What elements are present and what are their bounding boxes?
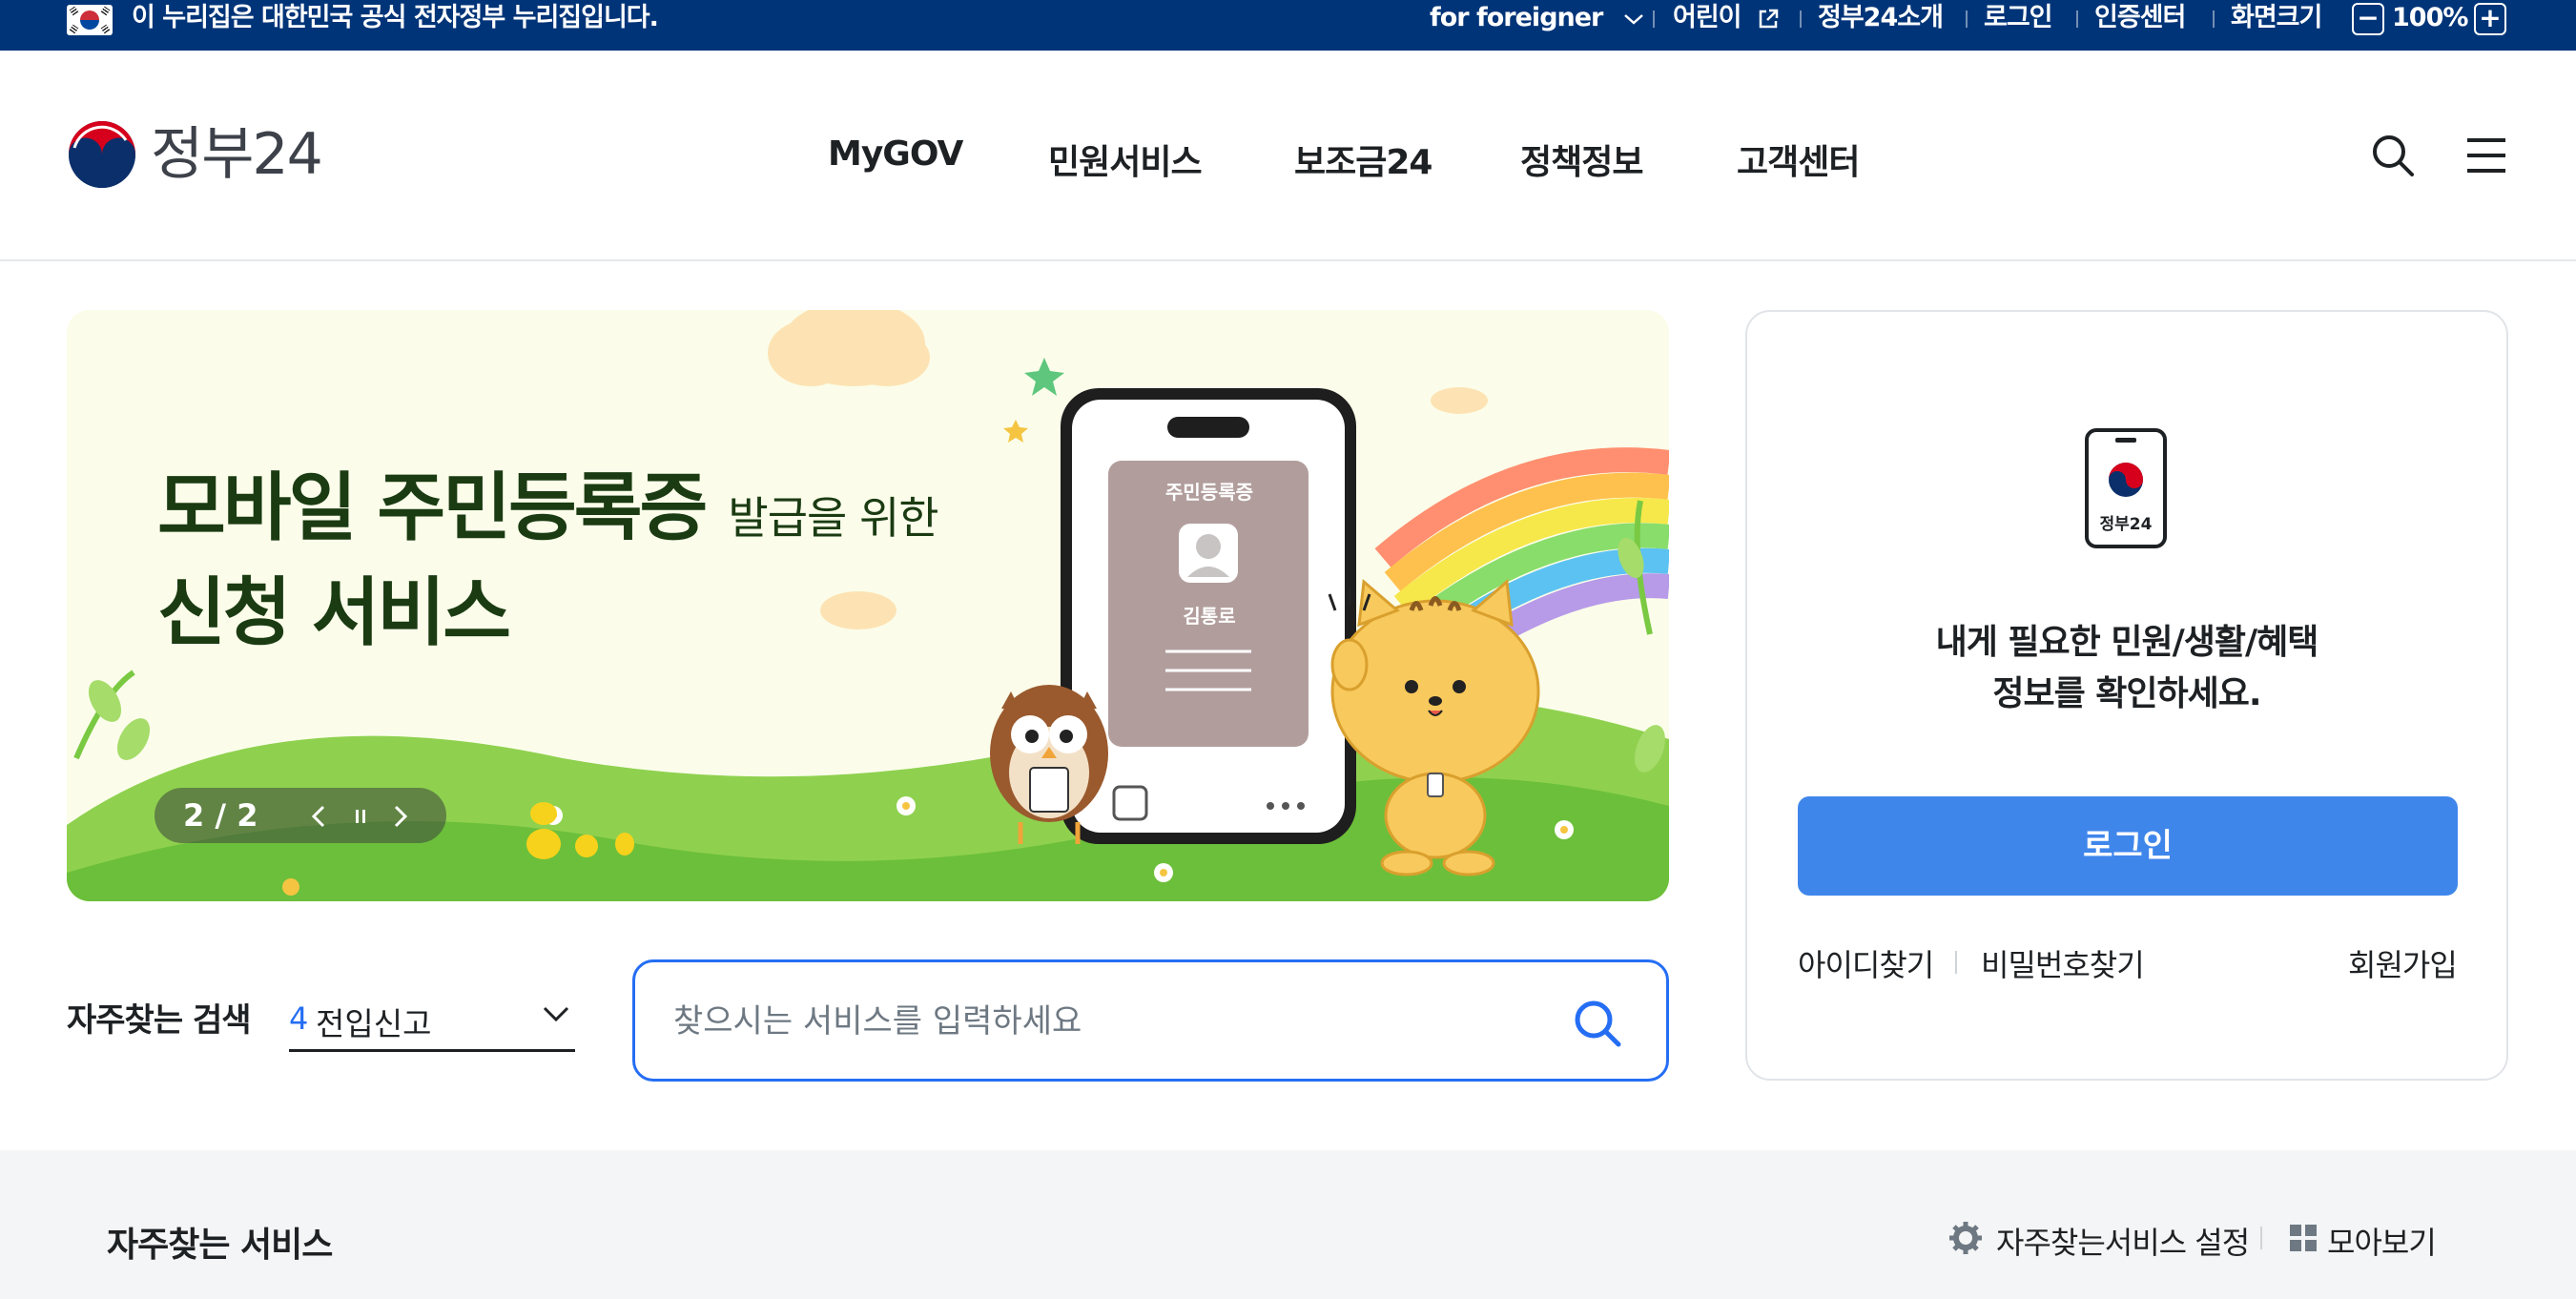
- id-card-title: 주민등록증: [1165, 481, 1253, 504]
- frequent-search-select[interactable]: 4 전입신고: [289, 987, 575, 1052]
- hero-title-line1: 모바일 주민등록증 발급을 위한: [157, 461, 939, 566]
- menu-icon[interactable]: [2463, 132, 2510, 179]
- view-all-link[interactable]: 모아보기: [2327, 1219, 2437, 1263]
- hero-title-main: 모바일 주민등록증: [157, 465, 708, 551]
- divider: [1966, 10, 1968, 28]
- frequent-services-title: 자주찾는 서비스: [107, 1226, 333, 1265]
- gov-banner: 이 누리집은 대한민국 공식 전자정부 누리집입니다. for foreigne…: [0, 0, 2576, 51]
- nav-mygov[interactable]: MyGOV: [828, 134, 963, 174]
- next-slide-button[interactable]: [381, 788, 420, 843]
- divider: [2213, 10, 2215, 28]
- zoom-in-button[interactable]: +: [2474, 3, 2506, 35]
- logo-text: 정부24: [151, 121, 323, 188]
- hero-slide-control: 2 / 2: [155, 788, 446, 843]
- cert-center-link[interactable]: 인증센터: [2094, 0, 2186, 36]
- chevron-right-icon: [394, 805, 408, 828]
- search-icon[interactable]: [1571, 997, 1624, 1050]
- search-input[interactable]: [673, 991, 1532, 1052]
- zoom-out-button[interactable]: −: [2352, 3, 2384, 35]
- frequent-search-label: 자주찾는 검색: [67, 1001, 252, 1040]
- phone-icon-label: 정부24: [2099, 515, 2153, 534]
- find-password-link[interactable]: 비밀번호찾기: [1981, 941, 2145, 985]
- nav-customer-center[interactable]: 고객센터: [1737, 134, 1860, 184]
- zoom-level: 100%: [2392, 3, 2468, 32]
- for-foreigner-link[interactable]: for foreigner: [1430, 0, 1645, 36]
- prev-slide-button[interactable]: [299, 788, 338, 843]
- korea-flag-icon: [67, 5, 113, 35]
- hero-title-line2: 신청 서비스: [157, 570, 511, 656]
- chevron-left-icon: [311, 805, 325, 828]
- login-message-line2: 정보를 확인하세요.: [1992, 674, 2261, 713]
- id-card-name: 김통로: [1183, 605, 1236, 628]
- frequent-services-settings-link[interactable]: 자주찾는서비스 설정: [1996, 1219, 2250, 1263]
- kids-link[interactable]: 어린이: [1673, 0, 1780, 36]
- external-link-icon: [1759, 9, 1779, 28]
- find-id-link[interactable]: 아이디찾기: [1798, 941, 1934, 985]
- nav-subsidy[interactable]: 보조금24: [1294, 134, 1432, 184]
- search-box: [632, 959, 1669, 1082]
- grid-icon: [2290, 1225, 2317, 1251]
- page: 이 누리집은 대한민국 공식 전자정부 누리집입니다. for foreigne…: [0, 0, 2576, 1299]
- login-message-line1: 내게 필요한 민원/생활/혜택: [1935, 623, 2319, 662]
- frequent-services-section: 자주찾는 서비스 자주찾는서비스 설정 모아보기: [0, 1150, 2576, 1299]
- divider: [1653, 10, 1655, 28]
- hero-banner[interactable]: 모바일 주민등록증 발급을 위한 신청 서비스 주민등록증 김통로 2 / 2: [67, 310, 1669, 901]
- login-link[interactable]: 로그인: [1984, 0, 2053, 36]
- gov-notice: 이 누리집은 대한민국 공식 전자정부 누리집입니다.: [132, 3, 659, 32]
- chevron-down-icon: [1623, 13, 1643, 25]
- hero-title-small: 발급을 위한: [728, 492, 938, 544]
- chevron-down-icon: [543, 1006, 569, 1022]
- kids-label: 어린이: [1673, 3, 1742, 32]
- screen-size-label: 화면크기: [2231, 3, 2322, 32]
- for-foreigner-label: for foreigner: [1430, 3, 1603, 32]
- slide-counter: 2 / 2: [183, 797, 258, 834]
- phone-icon: 정부24: [2083, 426, 2169, 550]
- nav-policy[interactable]: 정책정보: [1520, 134, 1643, 184]
- login-button[interactable]: 로그인: [1798, 796, 2458, 896]
- divider: [2076, 10, 2078, 28]
- pause-icon: [356, 810, 365, 823]
- gear-icon: [1949, 1222, 1982, 1254]
- nav-civil-service[interactable]: 민원서비스: [1048, 134, 1203, 184]
- gov-emblem-icon: [69, 121, 135, 188]
- signup-link[interactable]: 회원가입: [2348, 941, 2458, 985]
- hero-title: 모바일 주민등록증 발급을 위한 신청 서비스: [157, 461, 939, 661]
- login-card: 정부24 내게 필요한 민원/생활/혜택 정보를 확인하세요. 로그인 아이디찾…: [1745, 310, 2508, 1081]
- search-icon[interactable]: [2369, 132, 2417, 179]
- frequent-search-rank: 4: [289, 1000, 309, 1037]
- pause-slide-button[interactable]: [341, 788, 380, 843]
- divider: [1800, 10, 1802, 28]
- divider: [1955, 951, 1957, 974]
- site-header: 정부24 MyGOV 민원서비스 보조금24 정책정보 고객센터: [0, 51, 2576, 261]
- divider: [2260, 1227, 2262, 1249]
- frequent-search-value: 전입신고: [316, 1005, 432, 1042]
- about-link[interactable]: 정부24소개: [1818, 0, 1944, 36]
- login-message: 내게 필요한 민원/생활/혜택 정보를 확인하세요.: [1747, 617, 2506, 720]
